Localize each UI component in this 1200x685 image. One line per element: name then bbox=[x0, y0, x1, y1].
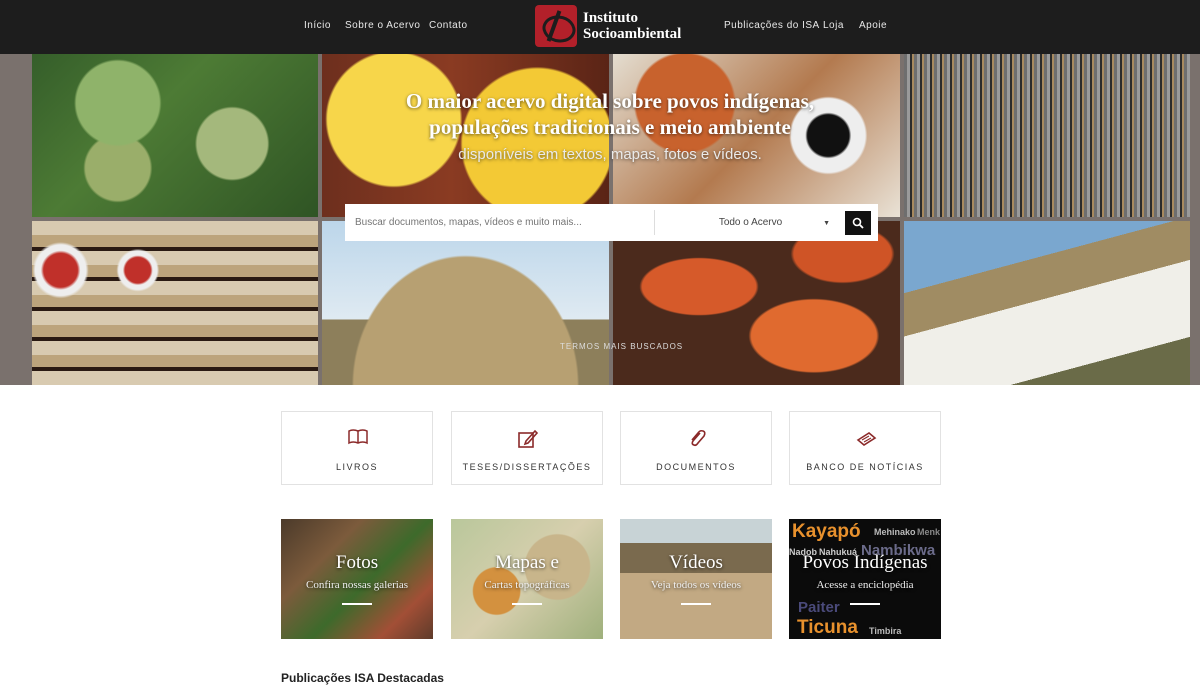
category-teses[interactable]: TESES/DISSERTAÇÕES bbox=[451, 411, 603, 485]
povos-word: Kayapó bbox=[792, 521, 861, 542]
feature-subtitle: Acesse a enciclopédia bbox=[816, 579, 914, 591]
category-label: DOCUMENTOS bbox=[656, 462, 736, 472]
feature-fotos[interactable]: Fotos Confira nossas galerias bbox=[281, 519, 433, 639]
feature-title: Vídeos bbox=[669, 552, 723, 573]
povos-word: Ticuna bbox=[797, 617, 858, 638]
category-documentos[interactable]: DOCUMENTOS bbox=[620, 411, 772, 485]
category-label: TESES/DISSERTAÇÕES bbox=[462, 462, 592, 472]
search-divider bbox=[654, 210, 655, 235]
povos-word: Mehinako bbox=[874, 527, 916, 537]
feature-title: Mapas e bbox=[495, 552, 559, 573]
hero-photo-aerial-village bbox=[32, 54, 318, 217]
top-navbar: Início Sobre o Acervo Contato Instituto … bbox=[0, 0, 1200, 54]
nav-sobre-acervo[interactable]: Sobre o Acervo bbox=[345, 20, 420, 31]
feature-underline bbox=[342, 603, 372, 605]
collection-select-value: Todo o Acervo bbox=[718, 217, 783, 228]
search-icon bbox=[852, 217, 864, 229]
nav-contato[interactable]: Contato bbox=[429, 20, 468, 31]
category-banco-noticias[interactable]: BANCO DE NOTÍCIAS bbox=[789, 411, 941, 485]
feature-underline bbox=[850, 603, 880, 605]
logo-line2: Socioambiental bbox=[583, 26, 682, 42]
hero-photo-beads bbox=[904, 54, 1190, 217]
category-livros[interactable]: LIVROS bbox=[281, 411, 433, 485]
feature-subtitle: Confira nossas galerias bbox=[305, 579, 409, 591]
category-label: BANCO DE NOTÍCIAS bbox=[806, 462, 924, 472]
chevron-down-icon: ▼ bbox=[823, 220, 830, 227]
hero-title: O maior acervo digital sobre povos indíg… bbox=[405, 89, 815, 139]
hero-photo-white-house bbox=[904, 221, 1190, 385]
feature-underline bbox=[681, 603, 711, 605]
search-bar: Todo o Acervo ▼ bbox=[345, 204, 878, 241]
paperclip-icon bbox=[691, 429, 706, 447]
feature-underline bbox=[512, 603, 542, 605]
hero-banner: O maior acervo digital sobre povos indíg… bbox=[0, 54, 1200, 385]
hero-photo-thatched-house bbox=[322, 221, 609, 385]
nav-publicacoes[interactable]: Publicações do ISA bbox=[724, 20, 820, 31]
feature-subtitle: Veja todos os vídeos bbox=[650, 579, 742, 591]
edit-icon bbox=[518, 429, 539, 448]
hero-photo-painted-wall bbox=[32, 221, 318, 385]
povos-word: Paiter bbox=[798, 599, 840, 616]
feature-subtitle: Cartas topográficas bbox=[484, 579, 570, 591]
nav-apoie[interactable]: Apoie bbox=[859, 20, 887, 31]
nav-loja[interactable]: Loja bbox=[823, 20, 844, 31]
feature-mapas[interactable]: Mapas e Cartas topográficas bbox=[451, 519, 603, 639]
feature-povos-indigenas[interactable]: Kayapó Mehinako Menk Nadob Nahukuá Nambi… bbox=[789, 519, 941, 639]
search-input[interactable] bbox=[345, 204, 653, 241]
isa-logo[interactable]: Instituto Socioambiental bbox=[535, 4, 681, 48]
search-button[interactable] bbox=[845, 211, 871, 235]
hero-subtitle: disponíveis em textos, mapas, fotos e ví… bbox=[458, 146, 762, 163]
most-searched-label[interactable]: TERMOS MAIS BUSCADOS bbox=[560, 342, 683, 351]
category-label: LIVROS bbox=[335, 462, 378, 472]
hero-photo-body-paint bbox=[613, 221, 900, 385]
feature-videos[interactable]: Vídeos Veja todos os vídeos bbox=[620, 519, 772, 639]
section-title-publicacoes: Publicações ISA Destacadas bbox=[281, 671, 444, 685]
newspaper-icon bbox=[856, 432, 877, 446]
collection-select[interactable]: Todo o Acervo ▼ bbox=[663, 204, 838, 241]
book-icon bbox=[348, 429, 368, 445]
feature-title: Povos Indígenas bbox=[802, 552, 928, 573]
logo-line1: Instituto bbox=[583, 10, 639, 26]
nav-inicio[interactable]: Início bbox=[304, 20, 331, 31]
isa-logo-icon bbox=[535, 5, 577, 47]
povos-word: Menk bbox=[917, 527, 941, 537]
povos-word: Timbira bbox=[869, 626, 902, 636]
feature-title: Fotos bbox=[335, 552, 379, 573]
